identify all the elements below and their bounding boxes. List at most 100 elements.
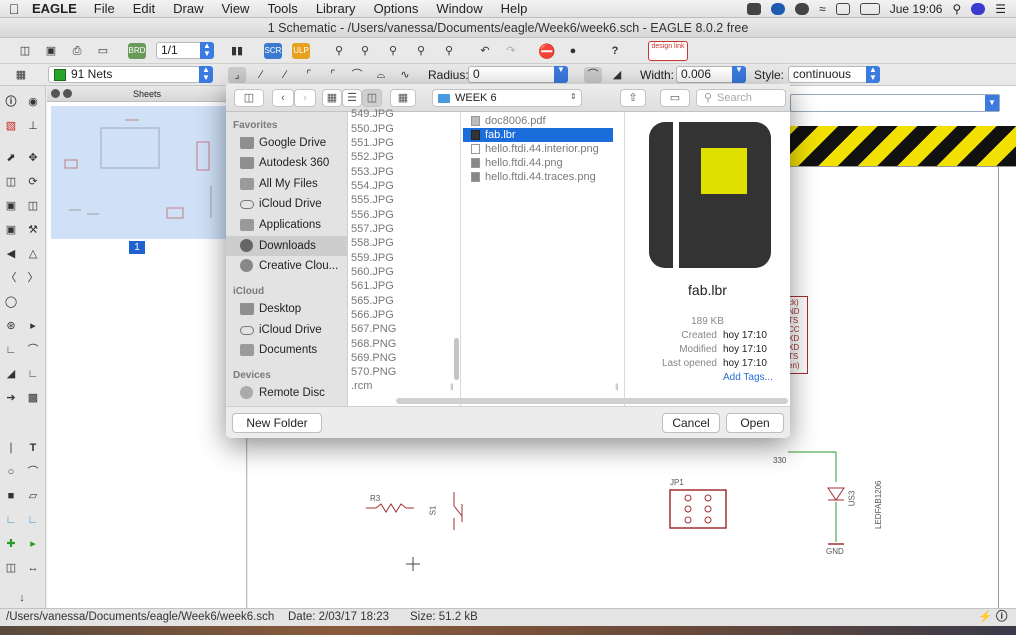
list-item[interactable]: 550.JPG <box>351 123 394 135</box>
add-tags-link[interactable]: Add Tags... <box>723 372 773 383</box>
zoom-out-icon[interactable]: ⚲ <box>384 43 402 59</box>
arc-tool-icon[interactable]: ⌒ <box>26 344 40 357</box>
name-icon[interactable]: 〈 <box>4 272 18 285</box>
menu-help[interactable]: Help <box>492 1 537 16</box>
spotlight-icon[interactable]: ⚲ <box>952 2 961 16</box>
open-file-icon[interactable]: ◫ <box>16 43 34 59</box>
change-icon[interactable]: ◢ <box>4 368 18 381</box>
junction-icon[interactable]: ✚ <box>4 538 18 551</box>
copy-icon[interactable]: ◫ <box>4 176 18 189</box>
bend-style-4-icon[interactable]: ⌜ <box>300 67 318 83</box>
bus-icon[interactable]: ∟ <box>4 514 18 527</box>
cam-icon[interactable]: ▭ <box>94 43 112 59</box>
zoom-redraw-icon[interactable]: ⚲ <box>412 43 430 59</box>
arc-draw-icon[interactable]: ⌒ <box>26 466 40 479</box>
menu-file[interactable]: File <box>85 1 124 16</box>
list-view-button[interactable]: ☰ <box>342 89 362 107</box>
help-icon[interactable]: ? <box>606 43 624 59</box>
column-view-button[interactable]: ◫ <box>362 89 382 107</box>
ulp-icon[interactable]: ULP <box>292 43 310 59</box>
menu-app-name[interactable]: EAGLE <box>28 1 85 16</box>
column-resize-handle[interactable]: ‖ <box>615 382 619 392</box>
sheet-thumbnail[interactable] <box>51 106 229 239</box>
board-icon[interactable]: BRD <box>128 43 146 59</box>
net-class-select[interactable]: 91 Nets <box>48 66 200 83</box>
layers-icon[interactable]: ▧ <box>4 120 18 133</box>
forward-button[interactable]: › <box>294 89 316 107</box>
list-item[interactable]: 552.JPG <box>351 151 394 163</box>
net-icon[interactable]: ∟ <box>26 514 40 527</box>
dimension-icon[interactable]: ↔ <box>26 562 40 575</box>
sync-icon[interactable] <box>771 2 786 15</box>
list-item[interactable]: 559.JPG <box>351 252 394 264</box>
menu-options[interactable]: Options <box>365 1 428 16</box>
value-icon[interactable]: ◯ <box>4 296 18 309</box>
share-icon[interactable]: ⇧ <box>620 89 646 107</box>
rotate-icon[interactable]: ⟳ <box>26 176 40 189</box>
bend-style-6-icon[interactable]: ⌒ <box>348 67 366 83</box>
power-icon[interactable]: ⚡ <box>978 609 992 626</box>
save-icon[interactable]: ▣ <box>42 43 60 59</box>
radius-stepper[interactable]: ▼ <box>554 66 568 83</box>
bend-style-2-icon[interactable]: ∕ <box>252 67 270 83</box>
info-icon[interactable]: ⓘ <box>4 96 18 109</box>
list-item[interactable]: 558.JPG <box>351 237 394 249</box>
horizontal-scrollbar[interactable] <box>396 398 788 404</box>
detach-panel-icon[interactable] <box>63 89 72 98</box>
style-stepper[interactable]: ▲ ▼ <box>866 66 880 83</box>
net-class-stepper[interactable]: ▲ ▼ <box>199 66 213 83</box>
list-item[interactable]: hello.ftdi.44.traces.png <box>463 170 613 184</box>
radius-input[interactable]: 0 <box>468 66 556 83</box>
tag-icon[interactable]: ▭ <box>660 89 690 107</box>
miter-icon[interactable]: ∟ <box>4 344 18 357</box>
group-icon[interactable]: ▣ <box>4 200 18 213</box>
cancel-button[interactable]: Cancel <box>662 413 720 433</box>
bend-style-3-icon[interactable]: ∕ <box>276 67 294 83</box>
list-item[interactable]: 560.JPG <box>351 266 394 278</box>
list-item[interactable]: doc8006.pdf <box>463 114 613 128</box>
width-stepper[interactable]: ▼ <box>732 66 746 83</box>
new-folder-button[interactable]: New Folder <box>232 413 322 433</box>
attribute-icon[interactable]: ◫ <box>4 562 18 575</box>
bend-style-7-icon[interactable]: ⌓ <box>372 67 390 83</box>
sidebar-item-downloads[interactable]: Downloads <box>226 236 347 256</box>
siri-icon[interactable] <box>971 2 986 15</box>
list-item[interactable]: 556.JPG <box>351 209 394 221</box>
circle-tool-icon[interactable]: ○ <box>4 466 18 479</box>
icon-view-button[interactable]: ▦ <box>322 89 342 107</box>
script-icon[interactable]: SCR <box>264 43 282 59</box>
list-item[interactable]: hello.ftdi.44.png <box>463 156 613 170</box>
sidebar-item-remote-disc[interactable]: Remote Disc <box>226 383 347 403</box>
label-net-icon[interactable]: ▸ <box>26 538 40 551</box>
apple-icon[interactable]:  <box>0 1 28 17</box>
print-icon[interactable]: ⎙ <box>68 43 86 59</box>
delete-icon[interactable]: ▣ <box>4 224 18 237</box>
sheet-stepper[interactable]: ▲ ▼ <box>200 42 214 59</box>
open-button[interactable]: Open <box>726 413 784 433</box>
sidebar-item-creative-cloud[interactable]: Creative Clou... <box>226 256 347 276</box>
sidebar-item-all-my-files[interactable]: All My Files <box>226 174 347 194</box>
mark-icon[interactable]: ⊥ <box>26 120 40 133</box>
list-item[interactable]: 568.PNG <box>351 338 396 350</box>
list-item[interactable]: 565.JPG <box>351 295 394 307</box>
menu-library[interactable]: Library <box>307 1 365 16</box>
move-icon[interactable]: ✥ <box>26 152 40 165</box>
stop-icon[interactable]: ⛔ <box>538 43 556 59</box>
grid-icon[interactable]: ▦ <box>12 67 30 83</box>
status-icon[interactable] <box>795 2 810 15</box>
menu-edit[interactable]: Edit <box>124 1 164 16</box>
list-item[interactable]: 554.JPG <box>351 180 394 192</box>
clock[interactable]: Jue 19:06 <box>890 2 943 16</box>
redo-icon[interactable]: ↷ <box>502 43 520 59</box>
text-tool-icon[interactable]: T <box>26 442 40 455</box>
list-item[interactable]: 561.JPG <box>351 280 394 292</box>
arc-cw-icon[interactable]: ⌒ <box>584 67 602 83</box>
bend-style-8-icon[interactable]: ∿ <box>396 67 414 83</box>
undo-icon[interactable]: ↶ <box>476 43 494 59</box>
list-item[interactable]: 570.PNG <box>351 366 396 378</box>
column-resize-handle[interactable]: ‖ <box>450 382 454 392</box>
mirror-icon[interactable]: ◀ <box>4 248 18 261</box>
menu-tools[interactable]: Tools <box>258 1 306 16</box>
optimize-icon[interactable]: △ <box>26 248 40 261</box>
width-input[interactable]: 0.006 <box>676 66 734 83</box>
